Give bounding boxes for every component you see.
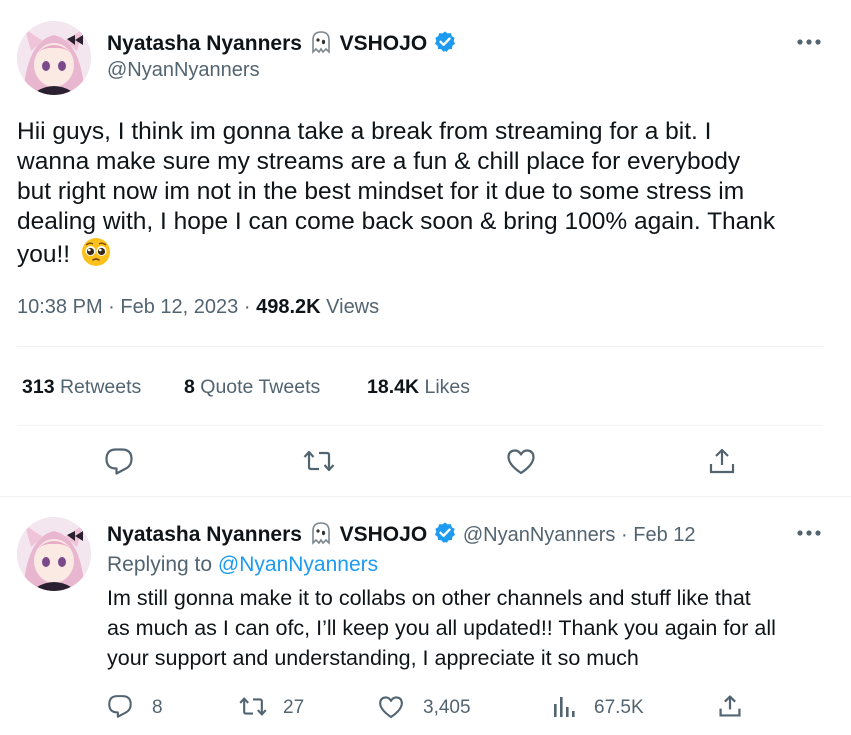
retweets-count: 313 [22,376,55,398]
likes-label: Likes [424,376,470,398]
pleading-face-emoji [81,237,111,275]
more-icon[interactable] [796,529,822,537]
likes-count: 18.4K [367,376,420,398]
retweets-label: Retweets [59,376,142,398]
views-label: Views [326,296,380,318]
affiliation-label[interactable]: VSHOJO [340,523,428,546]
retweet-icon[interactable] [238,695,268,718]
display-name[interactable]: Nyatasha Nyanners [107,523,302,546]
like-icon[interactable] [378,695,404,719]
quotes-count: 8 [184,376,195,398]
handle[interactable]: @NyanNyanners [107,59,260,82]
reply-icon[interactable] [107,694,133,718]
tweet-text-line: dealing with, I hope I can come back soo… [17,208,776,235]
tweet-text-line: wanna make sure my streams are a fun & c… [17,148,741,175]
views-count: 67.5K [594,697,644,718]
divider [17,346,823,347]
more-icon[interactable] [796,38,822,46]
tweet-text: Hii guys, I think im gonna take a break … [17,117,837,275]
meta-separator: · [243,296,251,318]
share-icon[interactable] [718,694,742,718]
retweet-icon[interactable] [302,448,336,474]
divider [17,425,823,426]
replying-to-link[interactable]: @NyanNyanners [218,553,378,576]
meta-separator: · [621,524,628,546]
like-count: 3,405 [423,697,471,718]
tweet-text-line: you!! [17,241,71,268]
handle[interactable]: @NyanNyanners [463,524,616,546]
likes-stat[interactable]: 18.4K Likes [367,376,470,399]
verified-badge-icon [433,30,457,60]
reply-text-line: as much as I can ofc, I’ll keep you all … [107,616,776,640]
tweet-text-line: Hii guys, I think im gonna take a break … [17,118,712,145]
retweets-stat[interactable]: 313 Retweets [22,376,141,399]
divider [0,496,851,497]
reply-text-line: Im still gonna make it to collabs on oth… [107,586,751,610]
share-icon[interactable] [708,447,736,475]
reply-text: Im still gonna make it to collabs on oth… [107,583,837,673]
avatar[interactable] [17,21,91,95]
tweet-date[interactable]: Feb 12, 2023 [120,296,238,318]
quotes-label: Quote Tweets [200,376,321,398]
reply-icon[interactable] [104,447,134,475]
views-icon[interactable] [552,695,576,719]
replying-to-label: Replying to [107,553,213,576]
quotes-stat[interactable]: 8 Quote Tweets [184,376,320,399]
verified-badge-icon [433,521,457,551]
reply-text-line: your support and understanding, I apprec… [107,646,639,670]
tweet-date[interactable]: Feb 12 [633,524,695,546]
views-count: 498.2K [256,296,321,318]
tweet-time[interactable]: 10:38 PM [17,296,103,318]
ghost-icon [308,30,334,60]
avatar[interactable] [17,517,91,591]
reply-count: 8 [152,697,163,718]
meta-separator: · [108,296,115,318]
affiliation-label[interactable]: VSHOJO [340,32,428,55]
retweet-count: 27 [283,697,305,718]
like-icon[interactable] [506,448,536,475]
display-name[interactable]: Nyatasha Nyanners [107,32,302,55]
tweet-text-line: but right now im not in the best mindset… [17,178,745,205]
ghost-icon [308,521,334,551]
